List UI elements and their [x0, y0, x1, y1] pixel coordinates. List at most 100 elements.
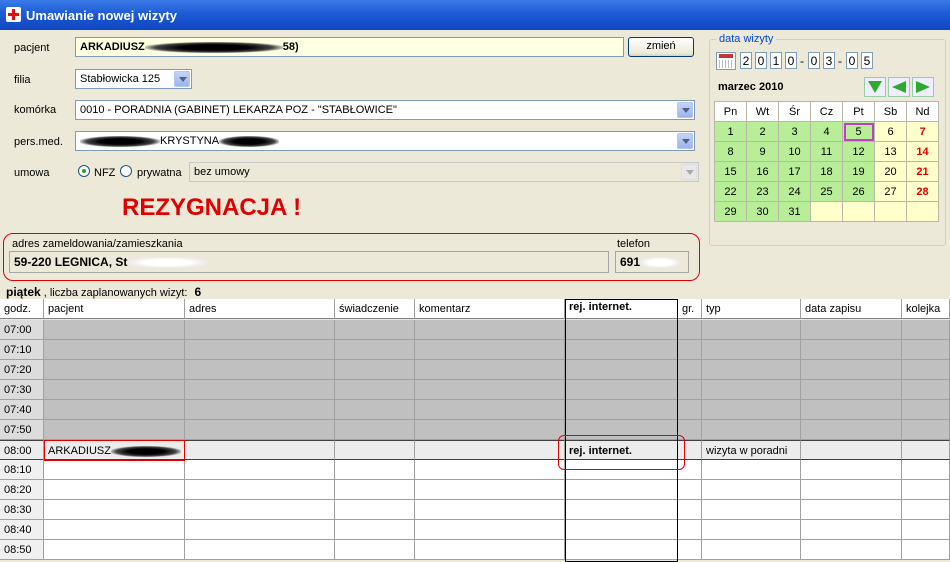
telefon-field[interactable]: 691 [615, 251, 689, 273]
time-slot-row[interactable]: 07:40 [0, 400, 950, 420]
title-bar[interactable]: Umawianie nowej wizyty [0, 0, 950, 30]
column-header[interactable]: świadczenie [335, 299, 415, 319]
column-header[interactable]: gr. [678, 299, 702, 319]
time-slot-row[interactable]: 07:50 [0, 420, 950, 440]
calendar-week-row: 15 16 17 18 19 20 21 [714, 161, 939, 182]
calendar-day[interactable]: 18 [810, 161, 843, 182]
slot-cell [902, 420, 950, 440]
calendar-day[interactable]: 4 [810, 121, 843, 142]
column-header[interactable]: typ [702, 299, 801, 319]
time-slot-row[interactable]: 08:40 [0, 520, 950, 540]
slot-cell [415, 360, 565, 380]
persmed-select[interactable]: KRYSTYNA [75, 131, 695, 151]
calendar-day[interactable]: 12 [842, 141, 875, 162]
slot-cell [335, 400, 415, 420]
slot-cell [702, 540, 801, 560]
chevron-down-icon[interactable] [174, 71, 190, 87]
chevron-down-icon[interactable] [677, 102, 693, 118]
calendar-day[interactable]: 29 [714, 201, 747, 222]
calendar-header-row: Pn Wt Śr Cz Pt Sb Nd [714, 101, 939, 122]
time-slot-row[interactable]: 07:00 [0, 320, 950, 340]
time-slot-row[interactable]: 08:50 [0, 540, 950, 560]
date-digit[interactable]: 1 [770, 52, 782, 69]
komorka-select[interactable]: 0010 - PORADNIA (GABINET) LEKARZA POZ - … [75, 100, 695, 120]
adres-field[interactable]: 59-220 LEGNICA, St [9, 251, 609, 273]
column-header[interactable]: data zapisu [801, 299, 902, 319]
calendar-day[interactable]: 8 [714, 141, 747, 162]
column-header[interactable]: pacjent [44, 299, 185, 319]
chevron-down-icon[interactable] [677, 133, 693, 149]
pacjent-field[interactable]: ARKADIUSZ 58) [75, 37, 624, 57]
slot-type: wizyta w poradni [702, 440, 801, 460]
date-digit[interactable]: 0 [846, 52, 858, 69]
slot-cell [565, 360, 678, 380]
calendar-day[interactable]: 21 [906, 161, 939, 182]
calendar-day[interactable]: 13 [874, 141, 907, 162]
date-digit[interactable]: 3 [823, 52, 835, 69]
date-digit[interactable]: 2 [740, 52, 752, 69]
date-digit[interactable]: 5 [861, 52, 873, 69]
calendar-day[interactable]: 30 [746, 201, 779, 222]
prywatna-radio[interactable] [120, 165, 132, 177]
time-slot-row[interactable]: 07:30 [0, 380, 950, 400]
date-digit[interactable]: 0 [808, 52, 820, 69]
slot-cell [801, 360, 902, 380]
calendar-day[interactable]: 14 [906, 141, 939, 162]
calendar-day[interactable]: 16 [746, 161, 779, 182]
calendar-day[interactable]: 20 [874, 161, 907, 182]
column-header[interactable]: rej. internet. [565, 299, 678, 319]
calendar-day[interactable]: 7 [906, 121, 939, 142]
weekday-header: Śr [778, 101, 811, 122]
zmien-button[interactable]: zmień [628, 37, 694, 57]
calendar-day[interactable]: 31 [778, 201, 811, 222]
slot-cell [44, 520, 185, 540]
adres-label: adres zameldowania/zamieszkania [12, 238, 183, 250]
calendar-day[interactable]: 27 [874, 181, 907, 202]
calendar-day[interactable]: 19 [842, 161, 875, 182]
time-slot-row[interactable]: 08:10 [0, 460, 950, 480]
time-slot-row[interactable]: 08:00 ARKADIUSZ rej. internet. wizyta w por… [0, 440, 950, 460]
calendar-day[interactable]: 10 [778, 141, 811, 162]
calendar-day[interactable]: 1 [714, 121, 747, 142]
calendar-day[interactable]: 6 [874, 121, 907, 142]
calendar-day[interactable]: 9 [746, 141, 779, 162]
arrow-down-icon[interactable] [864, 77, 886, 97]
calendar-day[interactable]: 22 [714, 181, 747, 202]
slot-cell [678, 420, 702, 440]
date-digit[interactable]: 0 [755, 52, 767, 69]
calendar-day[interactable]: 24 [778, 181, 811, 202]
rezygnacja-warning: REZYGNACJA ! [122, 194, 302, 221]
slot-cell [678, 500, 702, 520]
umowa-select[interactable]: bez umowy [189, 162, 699, 182]
slot-cell [185, 340, 335, 360]
time-slot-row[interactable]: 08:30 [0, 500, 950, 520]
redaction-blur [80, 135, 160, 147]
slot-cell [415, 400, 565, 420]
calendar-day[interactable]: 28 [906, 181, 939, 202]
column-header[interactable]: godz. [0, 299, 44, 319]
time-slot-row[interactable]: 07:20 [0, 360, 950, 380]
calendar-day[interactable]: 23 [746, 181, 779, 202]
filia-select[interactable]: Stabłowicka 125 [75, 69, 192, 89]
column-header[interactable]: komentarz [415, 299, 565, 319]
calendar-day[interactable]: 3 [778, 121, 811, 142]
calendar-day[interactable]: 17 [778, 161, 811, 182]
column-header[interactable]: kolejka [902, 299, 950, 319]
arrow-right-icon[interactable] [912, 77, 934, 97]
calendar-day[interactable]: 11 [810, 141, 843, 162]
calendar-icon[interactable] [716, 52, 736, 70]
time-slot-row[interactable]: 07:10 [0, 340, 950, 360]
date-digit[interactable]: 0 [785, 52, 797, 69]
umowa-label: umowa [14, 167, 50, 179]
calendar-day[interactable]: 15 [714, 161, 747, 182]
calendar-day[interactable]: 2 [746, 121, 779, 142]
nfz-radio[interactable] [78, 165, 90, 177]
arrow-left-icon[interactable] [888, 77, 910, 97]
slot-cell [44, 400, 185, 420]
calendar-day[interactable]: 25 [810, 181, 843, 202]
slot-cell [801, 520, 902, 540]
calendar-day[interactable]: 26 [842, 181, 875, 202]
calendar-day[interactable]: 5 [842, 121, 875, 142]
column-header[interactable]: adres [185, 299, 335, 319]
time-slot-row[interactable]: 08:20 [0, 480, 950, 500]
